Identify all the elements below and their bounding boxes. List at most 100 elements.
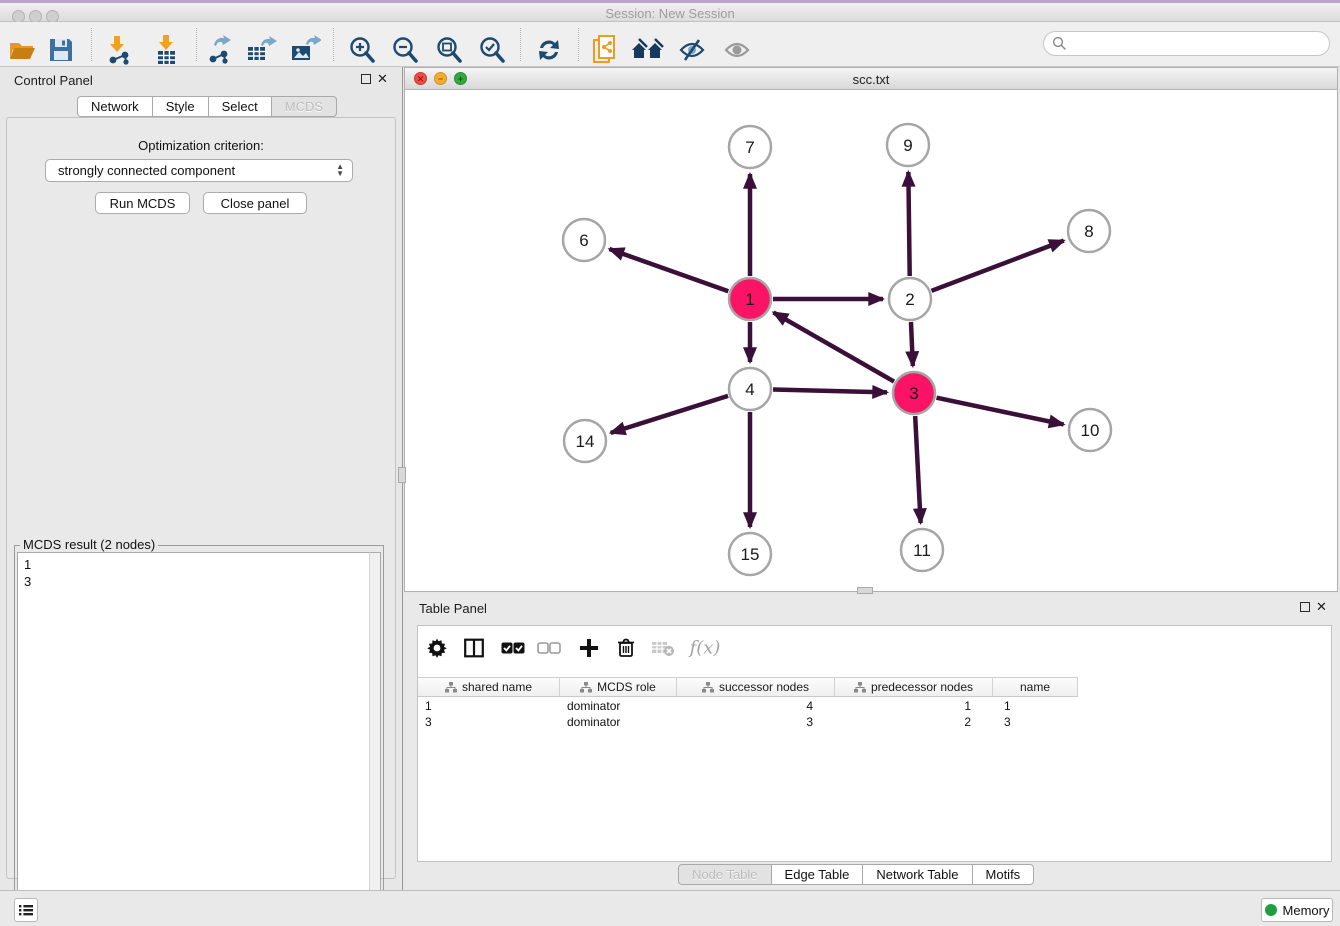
tab-node-table[interactable]: Node Table <box>678 864 772 885</box>
delete-columns-icon[interactable] <box>617 638 635 658</box>
show-all-icon[interactable] <box>722 36 752 64</box>
save-session-icon[interactable] <box>48 37 74 63</box>
graph-edge-3-10[interactable] <box>937 398 1064 425</box>
optimization-criterion-label: Optimization criterion: <box>7 138 395 153</box>
delete-table-icon[interactable] <box>651 639 675 657</box>
graph-edge-2-9[interactable] <box>908 172 909 276</box>
table-options-icon[interactable] <box>428 639 447 658</box>
toolbar-separator <box>578 28 579 61</box>
toolbar-separator <box>196 28 197 61</box>
open-session-icon[interactable] <box>8 37 38 63</box>
cell-shared-name[interactable]: 3 <box>418 714 560 730</box>
graph-edge-3-11[interactable] <box>915 416 920 523</box>
zoom-selected-icon[interactable] <box>477 35 507 65</box>
search-input[interactable] <box>1043 31 1330 56</box>
select-all-columns-icon[interactable] <box>501 642 525 654</box>
tab-style[interactable]: Style <box>152 96 209 117</box>
memory-button[interactable]: Memory <box>1261 898 1333 922</box>
cell-mcds-role[interactable]: dominator <box>560 714 677 730</box>
tab-edge-table[interactable]: Edge Table <box>771 864 864 885</box>
cell-predecessor-nodes[interactable]: 1 <box>835 698 993 714</box>
column-header-mcds-role[interactable]: MCDS role <box>560 678 677 696</box>
splitter-grip-vertical[interactable] <box>398 467 406 483</box>
column-header-predecessor-nodes[interactable]: predecessor nodes <box>835 678 993 696</box>
graph-edge-4-3[interactable] <box>773 390 887 393</box>
add-column-icon[interactable] <box>579 638 599 658</box>
graph-edge-3-1[interactable] <box>773 312 894 381</box>
result-scrollbar[interactable] <box>369 552 381 924</box>
result-line: 1 <box>24 556 363 573</box>
table-panel-header: Table Panel ✕ <box>405 595 1340 621</box>
column-header-successor-nodes[interactable]: successor nodes <box>677 678 835 696</box>
main-titlebar: Session: New Session <box>0 0 1340 22</box>
export-table-icon[interactable] <box>245 35 277 65</box>
graph-edge-4-14[interactable] <box>611 396 728 433</box>
cell-mcds-role[interactable]: dominator <box>560 698 677 714</box>
apply-function-icon[interactable]: f(x) <box>690 638 721 659</box>
network-view-window: ✕ − + scc.txt 7968124314101511 <box>404 67 1338 592</box>
float-panel-icon[interactable] <box>361 74 371 84</box>
panel-menu-button[interactable] <box>14 898 38 922</box>
cell-predecessor-nodes[interactable]: 2 <box>835 714 993 730</box>
column-header-shared-name[interactable]: shared name <box>418 678 560 696</box>
toolbar-separator <box>520 28 521 61</box>
graph-node-label: 10 <box>1081 421 1100 440</box>
close-table-panel-icon[interactable]: ✕ <box>1316 599 1327 615</box>
network-graph[interactable]: 7968124314101511 <box>405 90 1337 591</box>
graph-node-label: 15 <box>741 545 760 564</box>
cell-successor-nodes[interactable]: 4 <box>677 698 835 714</box>
criterion-select[interactable]: strongly connected component ▲▼ <box>45 159 353 182</box>
export-network-icon[interactable] <box>204 35 234 65</box>
graph-node-label: 7 <box>745 138 754 157</box>
table-row[interactable]: 3 dominator 3 2 3 <box>418 714 1078 730</box>
unselect-all-columns-icon[interactable] <box>537 642 561 654</box>
table-toolbar: f(x) <box>418 626 1331 676</box>
criterion-value: strongly connected component <box>58 163 235 178</box>
new-network-from-selection-icon[interactable] <box>591 34 619 66</box>
import-network-icon[interactable] <box>104 35 134 65</box>
toggle-panel-layout-icon[interactable] <box>464 639 484 658</box>
mcds-result-title: MCDS result (2 nodes) <box>20 537 158 552</box>
graph-node-label: 1 <box>745 290 754 309</box>
close-panel-icon[interactable]: ✕ <box>377 71 388 87</box>
graph-node-label: 3 <box>909 384 918 403</box>
run-mcds-button[interactable]: Run MCDS <box>95 192 190 214</box>
tab-select[interactable]: Select <box>208 96 272 117</box>
toolbar-separator <box>333 28 334 61</box>
hide-selected-icon[interactable] <box>677 36 707 64</box>
export-image-icon[interactable] <box>289 35 321 65</box>
import-table-icon[interactable] <box>151 35 181 65</box>
graph-edge-1-6[interactable] <box>609 249 728 291</box>
table-row[interactable]: 1 dominator 4 1 1 <box>418 698 1078 714</box>
close-panel-button[interactable]: Close panel <box>203 192 307 214</box>
splitter-grip-horizontal[interactable] <box>857 587 873 594</box>
cell-successor-nodes[interactable]: 3 <box>677 714 835 730</box>
column-header-name[interactable]: name <box>993 678 1078 696</box>
zoom-in-icon[interactable] <box>347 35 377 65</box>
zoom-out-icon[interactable] <box>390 35 420 65</box>
mcds-tab-content: Optimization criterion: strongly connect… <box>6 117 396 879</box>
zoom-fit-icon[interactable] <box>434 35 464 65</box>
graph-node-label: 6 <box>579 231 588 250</box>
tab-network[interactable]: Network <box>77 96 153 117</box>
cell-name[interactable]: 1 <box>993 698 1078 714</box>
tab-mcds[interactable]: MCDS <box>271 96 337 117</box>
cell-name[interactable]: 3 <box>993 714 1078 730</box>
cell-shared-name[interactable]: 1 <box>418 698 560 714</box>
tab-network-table[interactable]: Network Table <box>862 864 972 885</box>
tab-motifs[interactable]: Motifs <box>972 864 1035 885</box>
mcds-result-text[interactable]: 1 3 <box>17 552 369 924</box>
window-title: Session: New Session <box>0 6 1340 21</box>
main-toolbar <box>0 22 1340 67</box>
network-window-titlebar[interactable]: ✕ − + scc.txt <box>405 68 1337 90</box>
first-neighbors-icon[interactable] <box>630 37 666 63</box>
mcds-result-group: MCDS result (2 nodes) 1 3 <box>14 545 384 926</box>
graph-edge-2-3[interactable] <box>911 322 913 366</box>
search-icon <box>1052 36 1067 51</box>
refresh-icon[interactable] <box>535 36 563 64</box>
toolbar-separator <box>91 28 92 61</box>
graph-edge-2-8[interactable] <box>932 241 1064 291</box>
float-table-panel-icon[interactable] <box>1300 602 1310 612</box>
network-canvas[interactable]: 7968124314101511 <box>405 90 1337 591</box>
table-tabs: Node Table Edge Table Network Table Moti… <box>678 864 1034 886</box>
